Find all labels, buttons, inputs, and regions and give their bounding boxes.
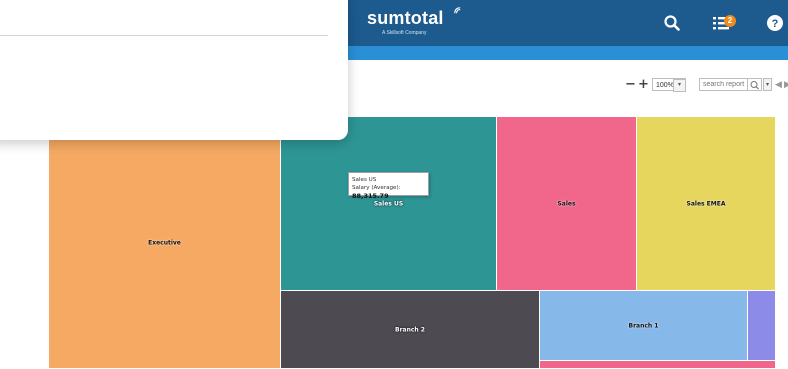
search-report-button[interactable] [748, 78, 762, 91]
search-icon[interactable] [663, 14, 681, 32]
treemap-cell-sales[interactable]: Sales [497, 117, 637, 291]
treemap-label: Sales EMEA [686, 200, 726, 207]
treemap-cell-unlabeled[interactable] [748, 291, 776, 361]
treemap-cell-sales-us[interactable]: Sales US [281, 117, 497, 291]
magnifier-icon [750, 81, 759, 90]
tooltip-metric: Salary (Average): 88,315.79 [352, 184, 425, 201]
logo-mark-icon [454, 7, 461, 14]
previous-page-button[interactable]: ◀ [775, 79, 782, 90]
sumtotal-logo[interactable]: sumtotal A Skillsoft Company [367, 7, 461, 36]
svg-text:?: ? [772, 18, 779, 30]
panel-divider [0, 35, 328, 36]
next-page-button[interactable]: ▶ [784, 79, 788, 90]
logo-tagline: A Skillsoft Company [382, 30, 427, 36]
treemap-tooltip: Sales US Salary (Average): 88,315.79 [348, 172, 429, 200]
treemap-cell-branch-2[interactable]: Branch 2 [281, 291, 540, 369]
treemap-cell-sales-emea[interactable]: Sales EMEA [637, 117, 776, 291]
treemap-label: Sales [557, 200, 576, 207]
treemap-cell-branch-1[interactable]: Branch 1 [540, 291, 748, 361]
search-report-input[interactable] [699, 78, 748, 91]
treemap-label: Executive [148, 239, 181, 247]
notification-badge: 2 [724, 15, 736, 27]
tooltip-metric-label: Salary (Average): [352, 185, 401, 191]
treemap-label: Sales US [373, 200, 404, 207]
zoom-in-button[interactable]: + [638, 78, 649, 92]
treemap-cell-executive[interactable]: Executive [49, 117, 281, 369]
treemap-label: Branch 2 [395, 326, 425, 333]
treemap-label: Branch 1 [628, 322, 659, 329]
treemap-cell-unlabeled-bottom[interactable] [540, 361, 776, 369]
tooltip-title: Sales US [352, 177, 377, 183]
search-options-dropdown[interactable]: ▾ [763, 78, 772, 91]
zoom-out-button[interactable]: − [625, 78, 636, 92]
dropdown-panel [0, 0, 348, 140]
help-icon[interactable]: ? [766, 14, 784, 32]
logo-text: sumtotal [367, 8, 444, 28]
tooltip-metric-value: 88,315.79 [352, 192, 389, 200]
chevron-down-icon[interactable]: ▾ [673, 79, 686, 92]
